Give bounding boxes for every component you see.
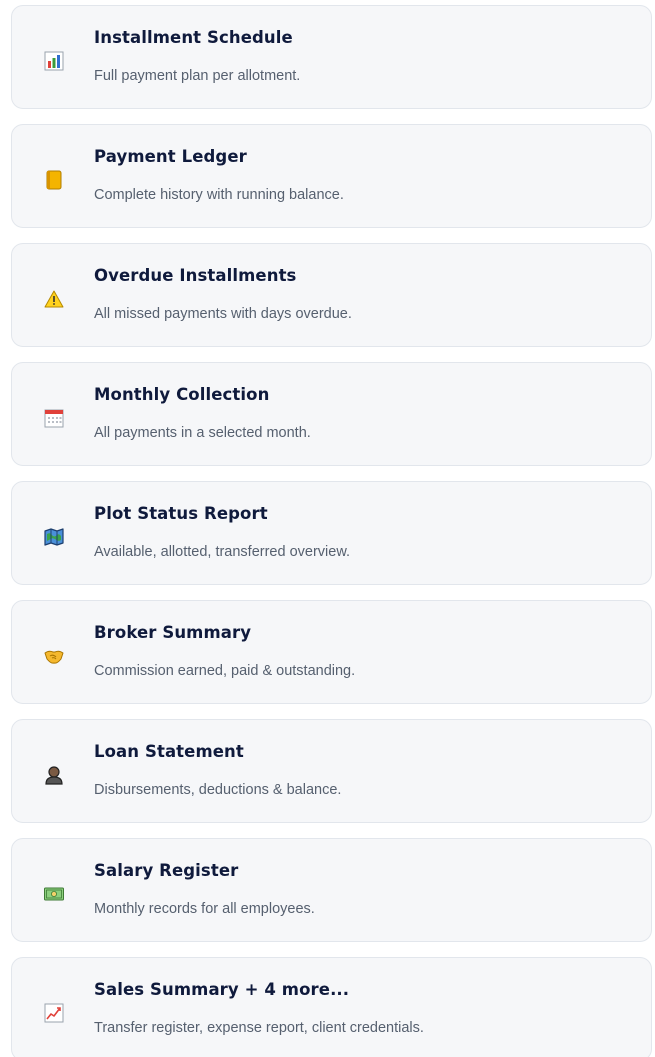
- map-icon: [44, 527, 64, 547]
- report-card-monthly-collection[interactable]: Monthly Collection All payments in a sel…: [11, 362, 652, 466]
- report-title: Plot Status Report: [94, 504, 268, 523]
- report-card-broker-summary[interactable]: Broker Summary Commission earned, paid &…: [11, 600, 652, 704]
- person-icon: [44, 765, 64, 785]
- report-description: Commission earned, paid & outstanding.: [94, 663, 356, 679]
- calendar-icon: [44, 408, 64, 428]
- report-card-salary-register[interactable]: Salary Register Monthly records for all …: [11, 838, 652, 942]
- report-title: Payment Ledger: [94, 147, 247, 166]
- report-description: Transfer register, expense report, clien…: [94, 1020, 424, 1036]
- trend-chart-icon: [44, 1003, 64, 1023]
- report-description: Complete history with running balance.: [94, 187, 344, 203]
- warning-icon: [44, 289, 64, 309]
- report-list: Installment Schedule Full payment plan p…: [0, 0, 655, 1057]
- report-title: Loan Statement: [94, 742, 244, 761]
- report-card-overdue-installments[interactable]: Overdue Installments All missed payments…: [11, 243, 652, 347]
- report-card-payment-ledger[interactable]: Payment Ledger Complete history with run…: [11, 124, 652, 228]
- report-title: Sales Summary + 4 more...: [94, 980, 350, 999]
- report-description: All payments in a selected month.: [94, 425, 311, 441]
- report-description: Available, allotted, transferred overvie…: [94, 544, 351, 560]
- report-description: Disbursements, deductions & balance.: [94, 782, 342, 798]
- report-card-loan-statement[interactable]: Loan Statement Disbursements, deductions…: [11, 719, 652, 823]
- bar-chart-icon: [44, 51, 64, 71]
- report-title: Salary Register: [94, 861, 239, 880]
- report-description: All missed payments with days overdue.: [94, 306, 352, 322]
- handshake-icon: [44, 646, 64, 666]
- report-card-installment-schedule[interactable]: Installment Schedule Full payment plan p…: [11, 5, 652, 109]
- report-description: Monthly records for all employees.: [94, 901, 315, 917]
- report-title: Installment Schedule: [94, 28, 293, 47]
- report-card-plot-status-report[interactable]: Plot Status Report Available, allotted, …: [11, 481, 652, 585]
- report-title: Monthly Collection: [94, 385, 270, 404]
- report-title: Overdue Installments: [94, 266, 297, 285]
- report-title: Broker Summary: [94, 623, 252, 642]
- ledger-book-icon: [44, 170, 64, 190]
- money-icon: [44, 884, 64, 904]
- report-card-sales-summary[interactable]: Sales Summary + 4 more... Transfer regis…: [11, 957, 652, 1057]
- report-description: Full payment plan per allotment.: [94, 68, 301, 84]
